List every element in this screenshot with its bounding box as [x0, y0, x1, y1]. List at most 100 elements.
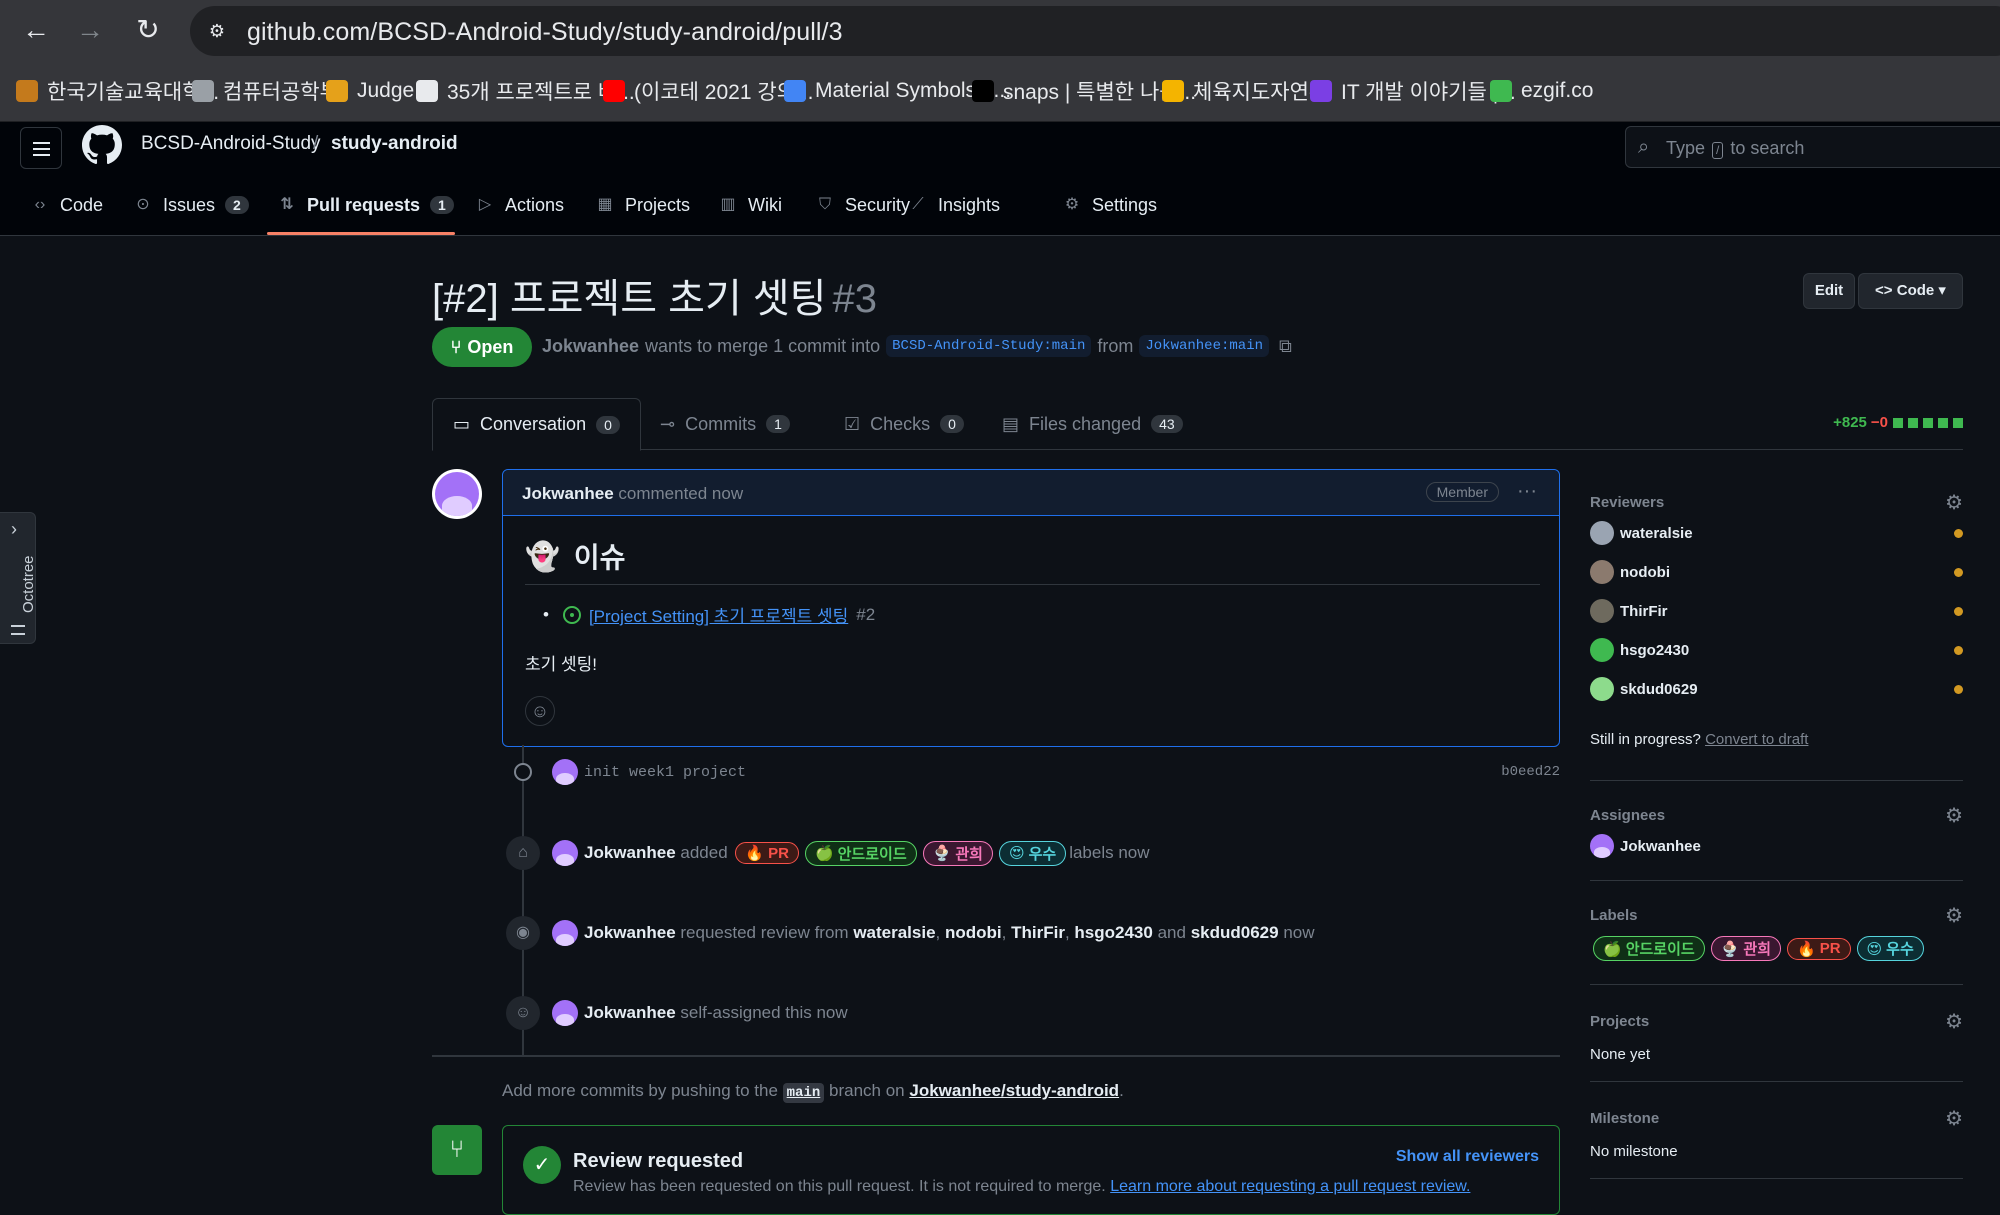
reviewer-link[interactable]: hsgo2430: [1074, 923, 1152, 943]
label-badge[interactable]: 🔥 PR: [735, 842, 799, 864]
reviewer-link[interactable]: ThirFir: [1011, 923, 1065, 943]
reviewer-link[interactable]: skdud0629: [1191, 923, 1279, 943]
avatar[interactable]: [552, 759, 578, 785]
tab-pull-requests[interactable]: ⇅ Pull requests 1: [277, 188, 454, 222]
reviewer-item[interactable]: nodobi: [1590, 560, 1670, 584]
bookmark-item[interactable]: 컴퓨터공학부: [192, 76, 339, 106]
projects-value: None yet: [1590, 1046, 1651, 1063]
tab-conversation[interactable]: ▭ Conversation 0: [432, 398, 641, 451]
eye-icon: ◉: [506, 916, 540, 950]
copy-icon[interactable]: ⧉: [1279, 336, 1292, 357]
bookmark-item[interactable]: 한국기술교육대학...: [16, 76, 219, 106]
label-badge[interactable]: 🍨 관희: [1710, 936, 1781, 961]
back-icon[interactable]: ←: [16, 10, 56, 50]
url-text[interactable]: github.com/BCSD-Android-Study/study-andr…: [247, 18, 843, 47]
comment-body: 초기 셋팅!: [525, 655, 598, 674]
owner-link[interactable]: BCSD-Android-Study: [141, 133, 321, 155]
tab-checks[interactable]: ☑ Checks 0: [824, 398, 984, 450]
comment-author[interactable]: Jokwanhee commented now: [522, 484, 743, 504]
tab-wiki[interactable]: ▥ Wiki: [718, 188, 782, 222]
tab-label: Checks: [870, 413, 931, 434]
more-options-icon[interactable]: ···: [1517, 480, 1537, 503]
avatar[interactable]: [552, 1000, 578, 1026]
tab-projects[interactable]: ▦ Projects: [595, 188, 690, 222]
reviewer-link[interactable]: nodobi: [945, 923, 1002, 943]
avatar[interactable]: [432, 469, 482, 519]
branch-code[interactable]: main: [782, 1083, 825, 1103]
tab-actions[interactable]: ▷ Actions: [475, 188, 564, 222]
gear-icon[interactable]: ⚙: [1945, 1009, 1963, 1034]
bookmark-item[interactable]: Judge: [326, 76, 414, 106]
reload-icon[interactable]: ↻: [128, 10, 168, 50]
address-bar[interactable]: ⚙ github.com/BCSD-Android-Study/study-an…: [190, 6, 2000, 56]
reviewer-item[interactable]: skdud0629: [1590, 677, 1698, 701]
issue-link[interactable]: [Project Setting] 초기 프로젝트 셋팅: [589, 602, 848, 627]
label-badge[interactable]: 🔥 PR: [1787, 937, 1851, 960]
bookmark-item[interactable]: (이코테 2021 강의...: [603, 76, 813, 106]
head-branch[interactable]: Jokwanhee:main: [1139, 335, 1269, 357]
gear-icon[interactable]: ⚙: [1945, 1106, 1963, 1131]
label-badge[interactable]: 🍏 안드로이드: [1593, 936, 1705, 961]
tab-issues[interactable]: ⊙ Issues 2: [133, 188, 249, 222]
avatar[interactable]: [552, 840, 578, 866]
reviewer-name: hsgo2430: [1620, 641, 1690, 659]
milestone-section: Milestone ⚙ No milestone: [1590, 1082, 1963, 1179]
commit-message[interactable]: init week1 project: [584, 764, 746, 781]
issue-number[interactable]: #2: [856, 605, 875, 625]
label-emoji: 🍨: [1720, 940, 1740, 958]
actor-link[interactable]: Jokwanhee: [584, 923, 676, 943]
avatar[interactable]: [552, 920, 578, 946]
reviewer-link[interactable]: wateralsie: [853, 923, 935, 943]
assignee[interactable]: Jokwanhee: [1590, 834, 1701, 858]
bookmark-label: ezgif.co: [1521, 79, 1594, 102]
reviewer-item[interactable]: ThirFir: [1590, 599, 1668, 623]
issue-open-icon: [562, 605, 581, 624]
repo-link-hint[interactable]: Jokwanhee/study-android: [909, 1081, 1119, 1100]
review-request-event: Jokwanhee requested review from waterals…: [552, 917, 1315, 949]
commit-icon: [514, 763, 532, 781]
search-icon: ⌕: [1638, 136, 1650, 158]
forward-icon[interactable]: →: [70, 10, 110, 50]
commit-sha[interactable]: b0eed22: [1501, 764, 1560, 780]
label-badge[interactable]: 😍 우수: [1856, 936, 1924, 961]
author-link[interactable]: Jokwanhee: [542, 336, 639, 357]
edit-button[interactable]: Edit: [1803, 273, 1855, 309]
tab-commits[interactable]: ⊸ Commits 1: [640, 398, 810, 450]
bookmark-item[interactable]: 35개 프로젝트로 배...: [416, 76, 635, 106]
search-input[interactable]: ⌕ Type / to search: [1625, 126, 2000, 168]
label-badge[interactable]: 🍨 관희: [922, 840, 993, 866]
gear-icon[interactable]: ⚙: [1945, 803, 1963, 828]
tab-code[interactable]: ‹› Code: [30, 188, 103, 222]
gear-icon[interactable]: ⚙: [1945, 903, 1963, 928]
gear-icon[interactable]: ⚙: [1945, 490, 1963, 515]
menu-button[interactable]: [20, 127, 62, 169]
label-badge[interactable]: 😍 우수: [998, 840, 1067, 866]
bullet: •: [543, 604, 549, 624]
label-badge[interactable]: 🍏 안드로이드: [804, 840, 917, 866]
bookmark-item[interactable]: IT 개발 이야기들 |...: [1310, 76, 1516, 106]
bookmark-item[interactable]: 체육지도자연수: [1162, 76, 1328, 106]
base-branch[interactable]: BCSD-Android-Study:main: [886, 335, 1092, 357]
bookmark-favicon-icon: [192, 80, 214, 102]
actor-link[interactable]: Jokwanhee: [584, 843, 676, 863]
actor-link[interactable]: Jokwanhee: [584, 1003, 676, 1023]
add-reaction-icon[interactable]: ☺: [525, 696, 555, 726]
reviewer-item[interactable]: hsgo2430: [1590, 638, 1689, 662]
tab-label: Issues: [163, 194, 216, 215]
show-all-reviewers-link[interactable]: Show all reviewers: [1396, 1148, 1539, 1166]
tab-insights[interactable]: ⟋ Insights: [908, 188, 1000, 222]
code-dropdown-button[interactable]: <> Code ▾: [1858, 273, 1963, 309]
ghost-emoji: 👻: [525, 540, 560, 572]
reviewer-item[interactable]: wateralsie: [1590, 521, 1693, 545]
convert-to-draft-link[interactable]: Convert to draft: [1705, 731, 1808, 748]
site-info-icon[interactable]: ⚙: [204, 18, 230, 44]
tab-files-changed[interactable]: ▤ Files changed 43: [982, 398, 1203, 450]
tab-settings[interactable]: ⚙ Settings: [1062, 188, 1157, 222]
status-badge: ⑂ Open: [432, 327, 532, 367]
learn-more-link[interactable]: Learn more about requesting a pull reque…: [1110, 1178, 1470, 1195]
repo-link[interactable]: study-android: [331, 133, 458, 155]
octotree-toggle[interactable]: › Octotree: [0, 512, 37, 644]
tab-security[interactable]: ⛉ Security: [815, 188, 910, 222]
github-logo-icon[interactable]: [82, 125, 122, 165]
bookmark-item[interactable]: ezgif.co: [1490, 76, 1593, 106]
